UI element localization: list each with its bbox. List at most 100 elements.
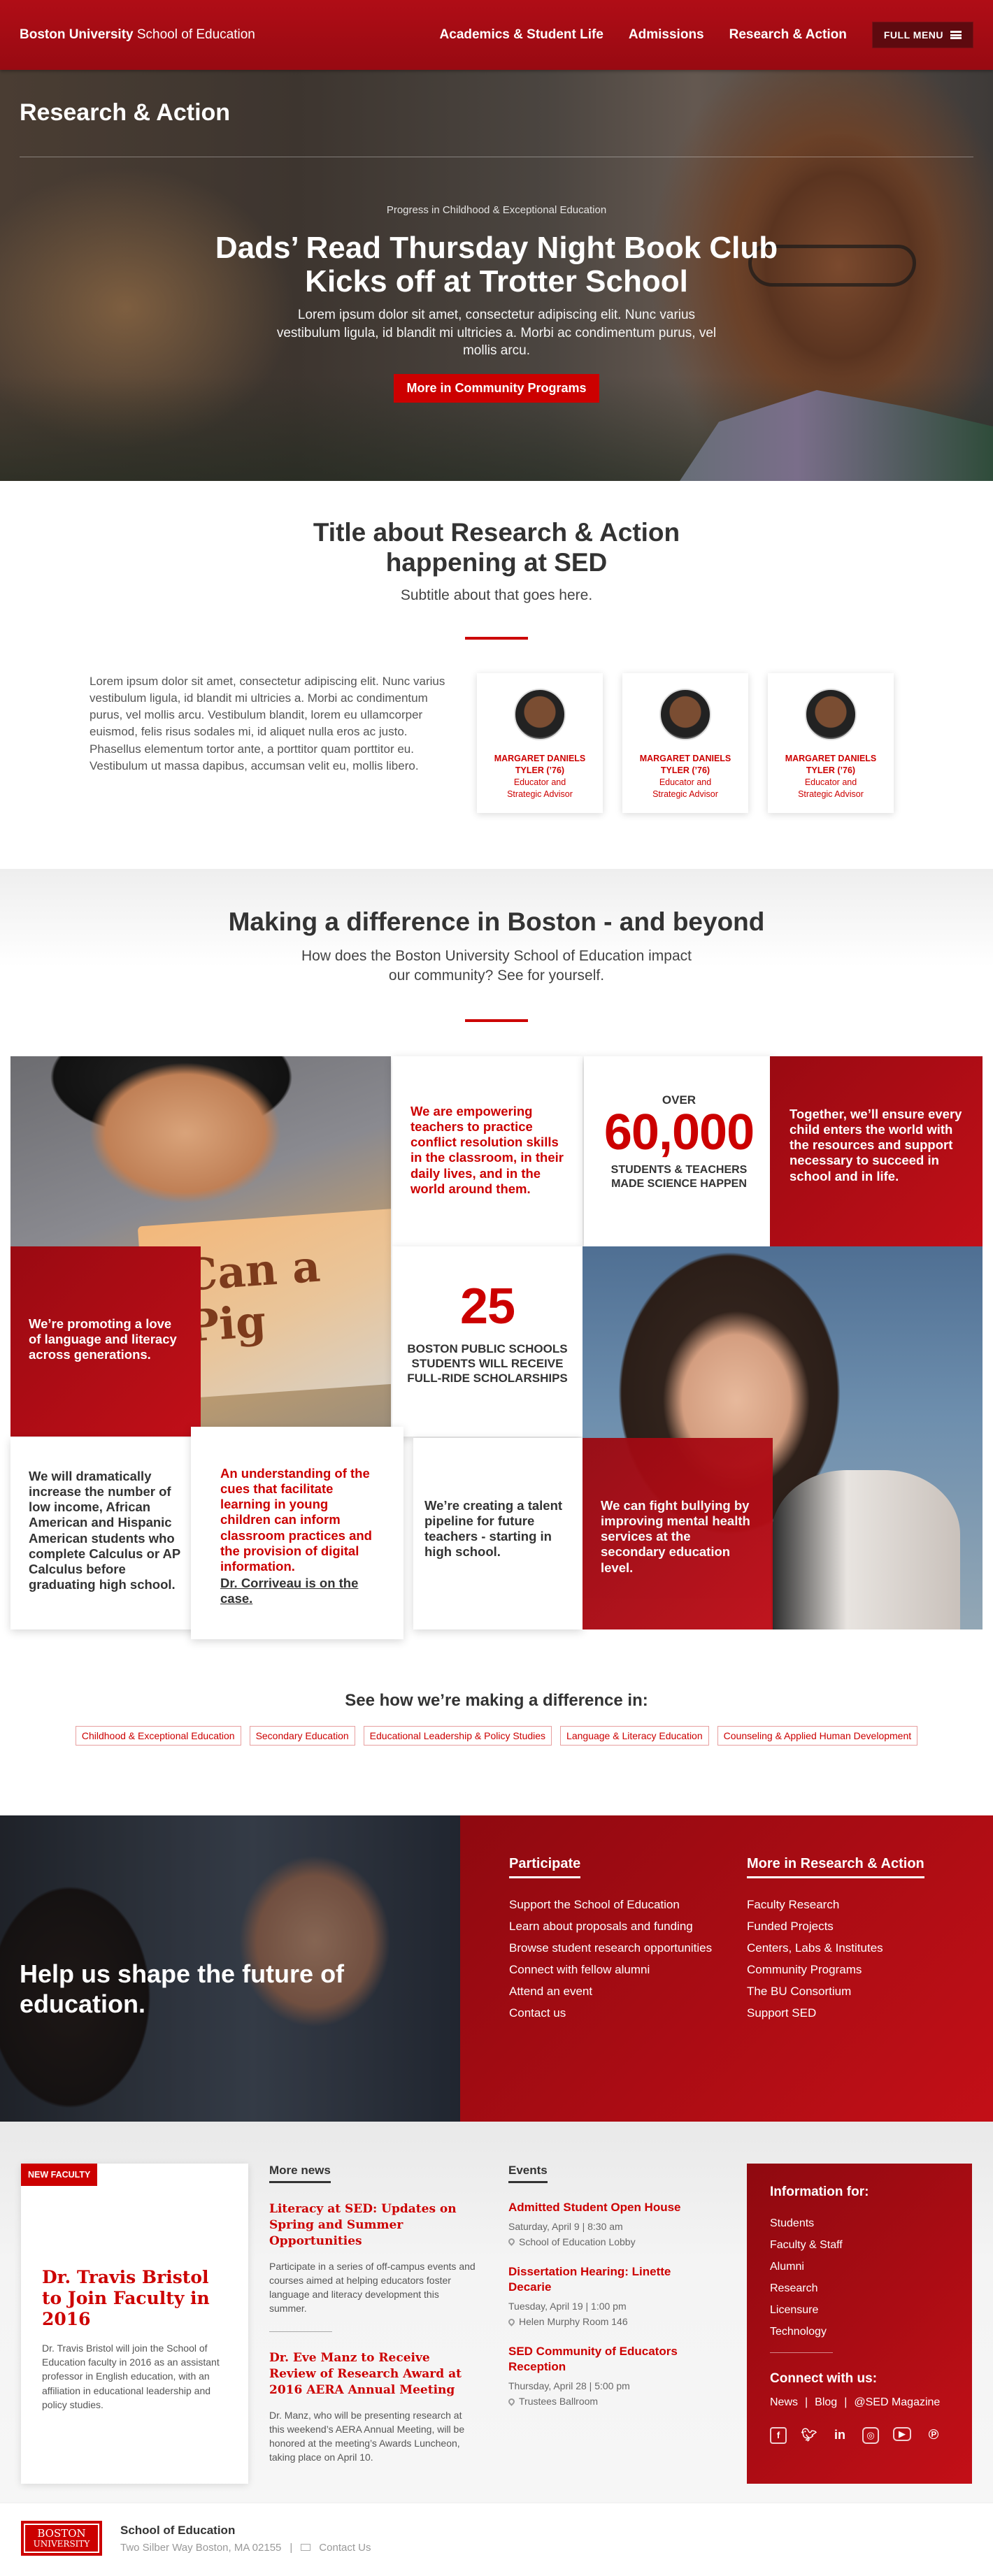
info-link-technology[interactable]: Technology [770, 2321, 949, 2343]
location-pin-icon [507, 2396, 516, 2406]
tile-25-scholarships[interactable]: 25 BOSTON PUBLIC SCHOOLS STUDENTS WILL R… [392, 1246, 583, 1437]
nav-research[interactable]: Research & Action [729, 27, 847, 43]
participate-link[interactable]: Connect with fellow alumni [509, 1959, 747, 1980]
tile-calculus-text: We will dramatically increase the number… [29, 1468, 180, 1592]
event-title[interactable]: SED Community of Educators Reception [508, 2344, 704, 2375]
tile-together[interactable]: Together, we’ll ensure every child enter… [770, 1056, 983, 1246]
bu-logo[interactable]: BOSTON UNIVERSITY [21, 2521, 102, 2556]
more-research-link[interactable]: Community Programs [747, 1959, 985, 1980]
site-footer: BOSTON UNIVERSITY School of Education Tw… [0, 2502, 993, 2574]
students-photo: Help us shape the future of education. [0, 1815, 460, 2122]
impact-mosaic: Can a Pig We are empowering teachers to … [10, 1056, 983, 1639]
tag-childhood[interactable]: Childhood & Exceptional Education [75, 1725, 241, 1746]
info-link-licensure[interactable]: Licensure [770, 2299, 949, 2321]
tile-cues-text: An understanding of the cues that facili… [220, 1465, 372, 1574]
linkedin-icon[interactable]: in [831, 2427, 848, 2444]
more-research-link[interactable]: Centers, Labs & Institutes [747, 1937, 985, 1959]
hero-headline-line-2: Kicks off at Trotter School [305, 264, 688, 298]
event-title[interactable]: Admitted Student Open House [508, 2200, 704, 2215]
news-item-title[interactable]: Dr. Eve Manz to Receive Review of Resear… [269, 2350, 479, 2398]
info-link-alumni[interactable]: Alumni [770, 2256, 949, 2278]
more-research-link[interactable]: Funded Projects [747, 1915, 985, 1937]
news-item-body: Participate in a series of off-campus ev… [269, 2260, 476, 2315]
tag-counseling[interactable]: Counseling & Applied Human Development [717, 1725, 918, 1746]
avatar [659, 689, 711, 741]
shape-future-headline-line-2: education. [20, 1989, 146, 2018]
social-icons: f 🐦︎ in ◎ ▶ ℗ [770, 2426, 949, 2444]
participate-link[interactable]: Contact us [509, 2002, 747, 2024]
site-brand[interactable]: Boston University School of Education [20, 27, 255, 43]
person-name-line-1: MARGARET DANIELS [785, 754, 877, 764]
tile-together-text: Together, we’ll ensure every child enter… [790, 1106, 962, 1183]
participate-link[interactable]: Browse student research opportunities [509, 1937, 747, 1959]
event-location: School of Education Lobby [507, 2236, 704, 2247]
new-faculty-title[interactable]: Dr. Travis Bristol to Join Faculty in 20… [42, 2267, 227, 2330]
event-location: Trustees Ballroom [507, 2396, 704, 2407]
more-research-link[interactable]: The BU Consortium [747, 1980, 985, 2002]
contact-us-link[interactable]: Contact Us [319, 2542, 371, 2554]
participate-link[interactable]: Attend an event [509, 1980, 747, 2002]
participate-link[interactable]: Support the School of Education [509, 1894, 747, 1915]
tile-bullying[interactable]: We can fight bullying by improving menta… [583, 1437, 773, 1629]
student-photo-shirt [771, 1469, 960, 1629]
tag-secondary[interactable]: Secondary Education [249, 1725, 355, 1746]
event-place: School of Education Lobby [519, 2236, 636, 2247]
avatar [514, 689, 566, 741]
info-link-students[interactable]: Students [770, 2212, 949, 2234]
tag-literacy[interactable]: Language & Literacy Education [560, 1725, 709, 1746]
info-link-research[interactable]: Research [770, 2278, 949, 2299]
tile-calculus[interactable]: We will dramatically increase the number… [10, 1437, 201, 1629]
hero-headline: Dads’ Read Thursday Night Book Club Kick… [0, 231, 993, 298]
blog-link[interactable]: Blog [815, 2396, 837, 2409]
news-item-title[interactable]: Literacy at SED: Updates on Spring and S… [269, 2201, 479, 2250]
tag-leadership[interactable]: Educational Leadership & Policy Studies [363, 1725, 552, 1746]
information-list: Students Faculty & Staff Alumni Research… [770, 2212, 949, 2343]
more-research-link[interactable]: Faculty Research [747, 1894, 985, 1915]
difference-subtitle-line-1: How does the Boston University School of… [301, 948, 692, 965]
nav-admissions[interactable]: Admissions [629, 27, 704, 43]
section-divider [465, 1019, 528, 1022]
twitter-icon[interactable]: 🐦︎ [801, 2427, 817, 2444]
info-link-faculty[interactable]: Faculty & Staff [770, 2234, 949, 2256]
more-research-link[interactable]: Support SED [747, 2002, 985, 2024]
person-card[interactable]: MARGARET DANIELS TYLER (’76) Educator and… [622, 673, 748, 814]
person-card[interactable]: MARGARET DANIELS TYLER (’76) Educator and… [768, 673, 894, 814]
pinterest-icon[interactable]: ℗ [925, 2427, 942, 2444]
person-name: MARGARET DANIELS TYLER (’76) [477, 753, 603, 777]
person-card[interactable]: MARGARET DANIELS TYLER (’76) Educator and… [477, 673, 603, 814]
magazine-link[interactable]: @SED Magazine [854, 2396, 940, 2409]
info-divider [770, 2352, 833, 2353]
tile-empowering[interactable]: We are empowering teachers to practice c… [392, 1056, 583, 1246]
community-programs-button[interactable]: More in Community Programs [394, 373, 599, 403]
new-faculty-card[interactable]: NEW FACULTY Dr. Travis Bristol to Join F… [21, 2163, 248, 2484]
nav-academics[interactable]: Academics & Student Life [440, 27, 603, 43]
tile-promoting[interactable]: We’re promoting a love of language and l… [10, 1246, 201, 1437]
intro-section: Title about Research & Action happening … [0, 481, 993, 640]
hero-banner: Research & Action Progress in Childhood … [0, 70, 993, 481]
tile-60000[interactable]: OVER 60,000 STUDENTS & TEACHERS MADE SCI… [584, 1056, 774, 1246]
event-item: Admitted Student Open House Saturday, Ap… [507, 2200, 704, 2247]
corriveau-link[interactable]: Dr. Corriveau is on the case. [220, 1576, 373, 1606]
instagram-icon[interactable]: ◎ [862, 2426, 879, 2444]
tile-pipeline[interactable]: We’re creating a talent pipeline for fut… [413, 1437, 583, 1629]
person-role-line-1: Educator and [804, 777, 857, 787]
person-role-line-1: Educator and [513, 777, 566, 787]
youtube-icon[interactable]: ▶ [893, 2426, 911, 2441]
person-role: Educator and Strategic Advisor [622, 777, 748, 800]
participate-list: Support the School of Education Learn ab… [509, 1894, 747, 2024]
full-menu-button[interactable]: FULL MENU [871, 22, 973, 48]
footer-address: Two Silber Way Boston, MA 02155 [120, 2541, 282, 2554]
news-link[interactable]: News [770, 2396, 798, 2409]
tile-cues[interactable]: An understanding of the cues that facili… [191, 1426, 403, 1639]
difference-subtitle: How does the Boston University School of… [0, 947, 993, 986]
person-name: MARGARET DANIELS TYLER (’76) [622, 753, 748, 777]
location-pin-icon [507, 2237, 516, 2247]
facebook-icon[interactable]: f [770, 2426, 787, 2444]
person-name-line-2: TYLER (’76) [660, 765, 710, 775]
event-title[interactable]: Dissertation Hearing: Linette Decarie [508, 2264, 704, 2295]
intro-title: Title about Research & Action happening … [0, 518, 993, 577]
participate-link[interactable]: Learn about proposals and funding [509, 1915, 747, 1937]
event-item: SED Community of Educators Reception Thu… [507, 2344, 704, 2407]
shape-future-headline: Help us shape the future of education. [20, 1959, 344, 2019]
person-name-line-1: MARGARET DANIELS [494, 754, 586, 764]
